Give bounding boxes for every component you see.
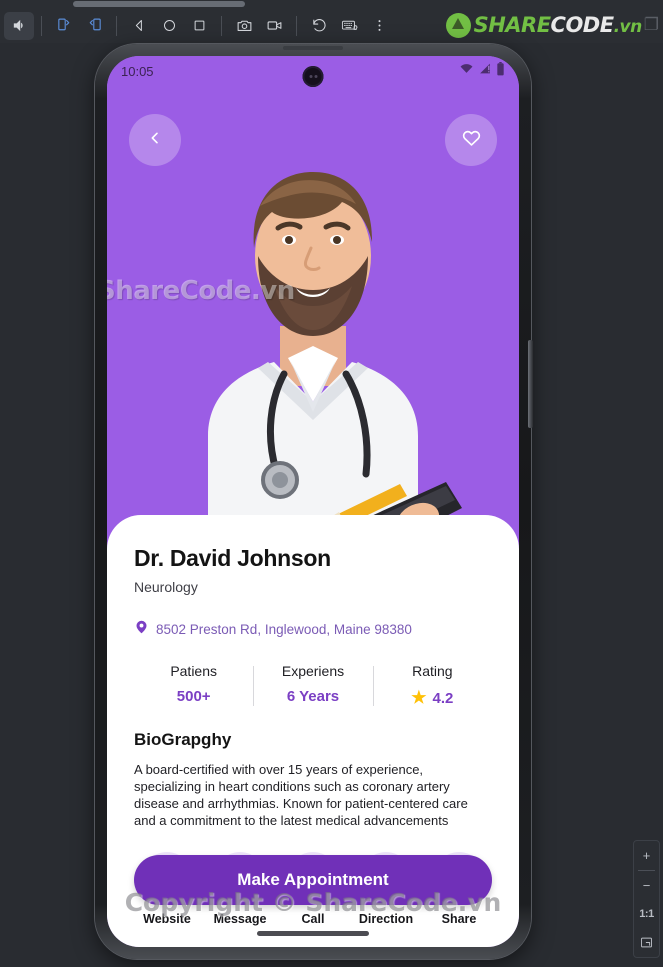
- phone-device-frame: ShareCode.vn 10:05 Dr. David Johnson Neu…: [95, 44, 533, 959]
- home-nav-icon[interactable]: [154, 12, 184, 40]
- window-titlebar: [0, 0, 663, 8]
- stat-label: Patiens: [170, 663, 218, 679]
- screen-record-icon[interactable]: [259, 12, 289, 40]
- battery-icon: [496, 61, 505, 81]
- recents-nav-icon[interactable]: [184, 12, 214, 40]
- phone-earpiece: [283, 46, 343, 50]
- action-label: Message: [213, 911, 267, 926]
- stat-label: Rating: [412, 663, 453, 679]
- app-window: SHARECODE.vn ❐ + − 1:1 ShareCode.vn 10:0…: [0, 0, 663, 967]
- back-button[interactable]: [129, 114, 181, 166]
- back-nav-icon[interactable]: [124, 12, 154, 40]
- android-gesture-bar[interactable]: [257, 931, 369, 936]
- keyboard-icon[interactable]: [334, 12, 364, 40]
- action-label: Share: [441, 911, 477, 926]
- toolbar-separator: [296, 15, 297, 36]
- fit-screen-icon[interactable]: [633, 928, 660, 957]
- star-icon: ★: [411, 688, 427, 707]
- zoom-in-button[interactable]: +: [633, 841, 660, 870]
- biography-text: A board-certified with over 15 years of …: [134, 762, 468, 829]
- action-label: Call: [301, 911, 325, 926]
- action-label: Website: [143, 911, 191, 926]
- logo-text-share: SHARE: [473, 13, 551, 37]
- status-bar-clock: 10:05: [121, 63, 154, 79]
- action-label: Direction: [358, 911, 414, 926]
- cellular-signal-icon: [478, 62, 492, 80]
- stat-patients: Patiens 500+: [134, 663, 253, 708]
- hero-watermark: ShareCode.vn: [107, 276, 295, 306]
- biography-heading: BioGrapghy: [134, 730, 232, 749]
- location-pin-icon: [134, 618, 149, 641]
- rotate-left-icon[interactable]: [49, 12, 79, 40]
- logo-text-vn: .vn: [613, 17, 643, 37]
- doctor-info-card: Dr. David Johnson Neurology 8502 Preston…: [107, 515, 519, 947]
- stat-rating: Rating ★ 4.2: [372, 663, 492, 708]
- restore-icon[interactable]: [304, 12, 334, 40]
- zoom-out-button[interactable]: −: [633, 871, 660, 900]
- chevron-left-icon: [147, 130, 163, 151]
- doctor-name: Dr. David Johnson: [134, 545, 331, 571]
- wifi-icon: [459, 62, 474, 80]
- heart-outline-icon: [461, 127, 482, 153]
- toolbar-separator: [116, 15, 117, 36]
- doctor-specialty: Neurology: [134, 579, 198, 595]
- logo-trailing-glyph: ❐: [643, 15, 659, 34]
- favorite-button[interactable]: [445, 114, 497, 166]
- doctor-stats-row: Patiens 500+ Experiens 6 Years Rating ★ 4…: [134, 663, 492, 708]
- zoom-control-panel: + − 1:1: [633, 840, 660, 958]
- sharecode-logo: SHARECODE.vn ❐: [445, 10, 659, 40]
- front-camera-punchhole: [302, 66, 324, 87]
- stat-value: 6 Years: [286, 688, 340, 705]
- window-drag-handle[interactable]: [73, 1, 245, 7]
- volume-icon[interactable]: [4, 11, 34, 40]
- make-appointment-button[interactable]: Make Appointment: [134, 855, 492, 905]
- doctor-photo: [208, 172, 462, 556]
- stat-value: ★ 4.2: [411, 688, 454, 707]
- screenshot-icon[interactable]: [229, 12, 259, 40]
- doctor-address-text: 8502 Preston Rd, Inglewood, Maine 98380: [156, 622, 412, 637]
- toolbar-separator: [41, 15, 42, 36]
- stat-label: Experiens: [281, 663, 345, 679]
- logo-text-code: CODE: [550, 13, 615, 37]
- stat-experience: Experiens 6 Years: [253, 663, 372, 708]
- sharecode-logo-mark: [445, 12, 471, 38]
- status-bar-icons: [459, 61, 505, 81]
- phone-side-button[interactable]: [528, 340, 533, 428]
- rotate-right-icon[interactable]: [79, 12, 109, 40]
- more-options-icon[interactable]: [364, 12, 394, 40]
- toolbar-separator: [221, 15, 222, 36]
- stat-value: 500+: [176, 688, 211, 705]
- phone-screen: ShareCode.vn 10:05 Dr. David Johnson Neu…: [107, 56, 519, 947]
- doctor-address-row[interactable]: 8502 Preston Rd, Inglewood, Maine 98380: [134, 618, 492, 641]
- actual-size-button[interactable]: 1:1: [633, 899, 660, 928]
